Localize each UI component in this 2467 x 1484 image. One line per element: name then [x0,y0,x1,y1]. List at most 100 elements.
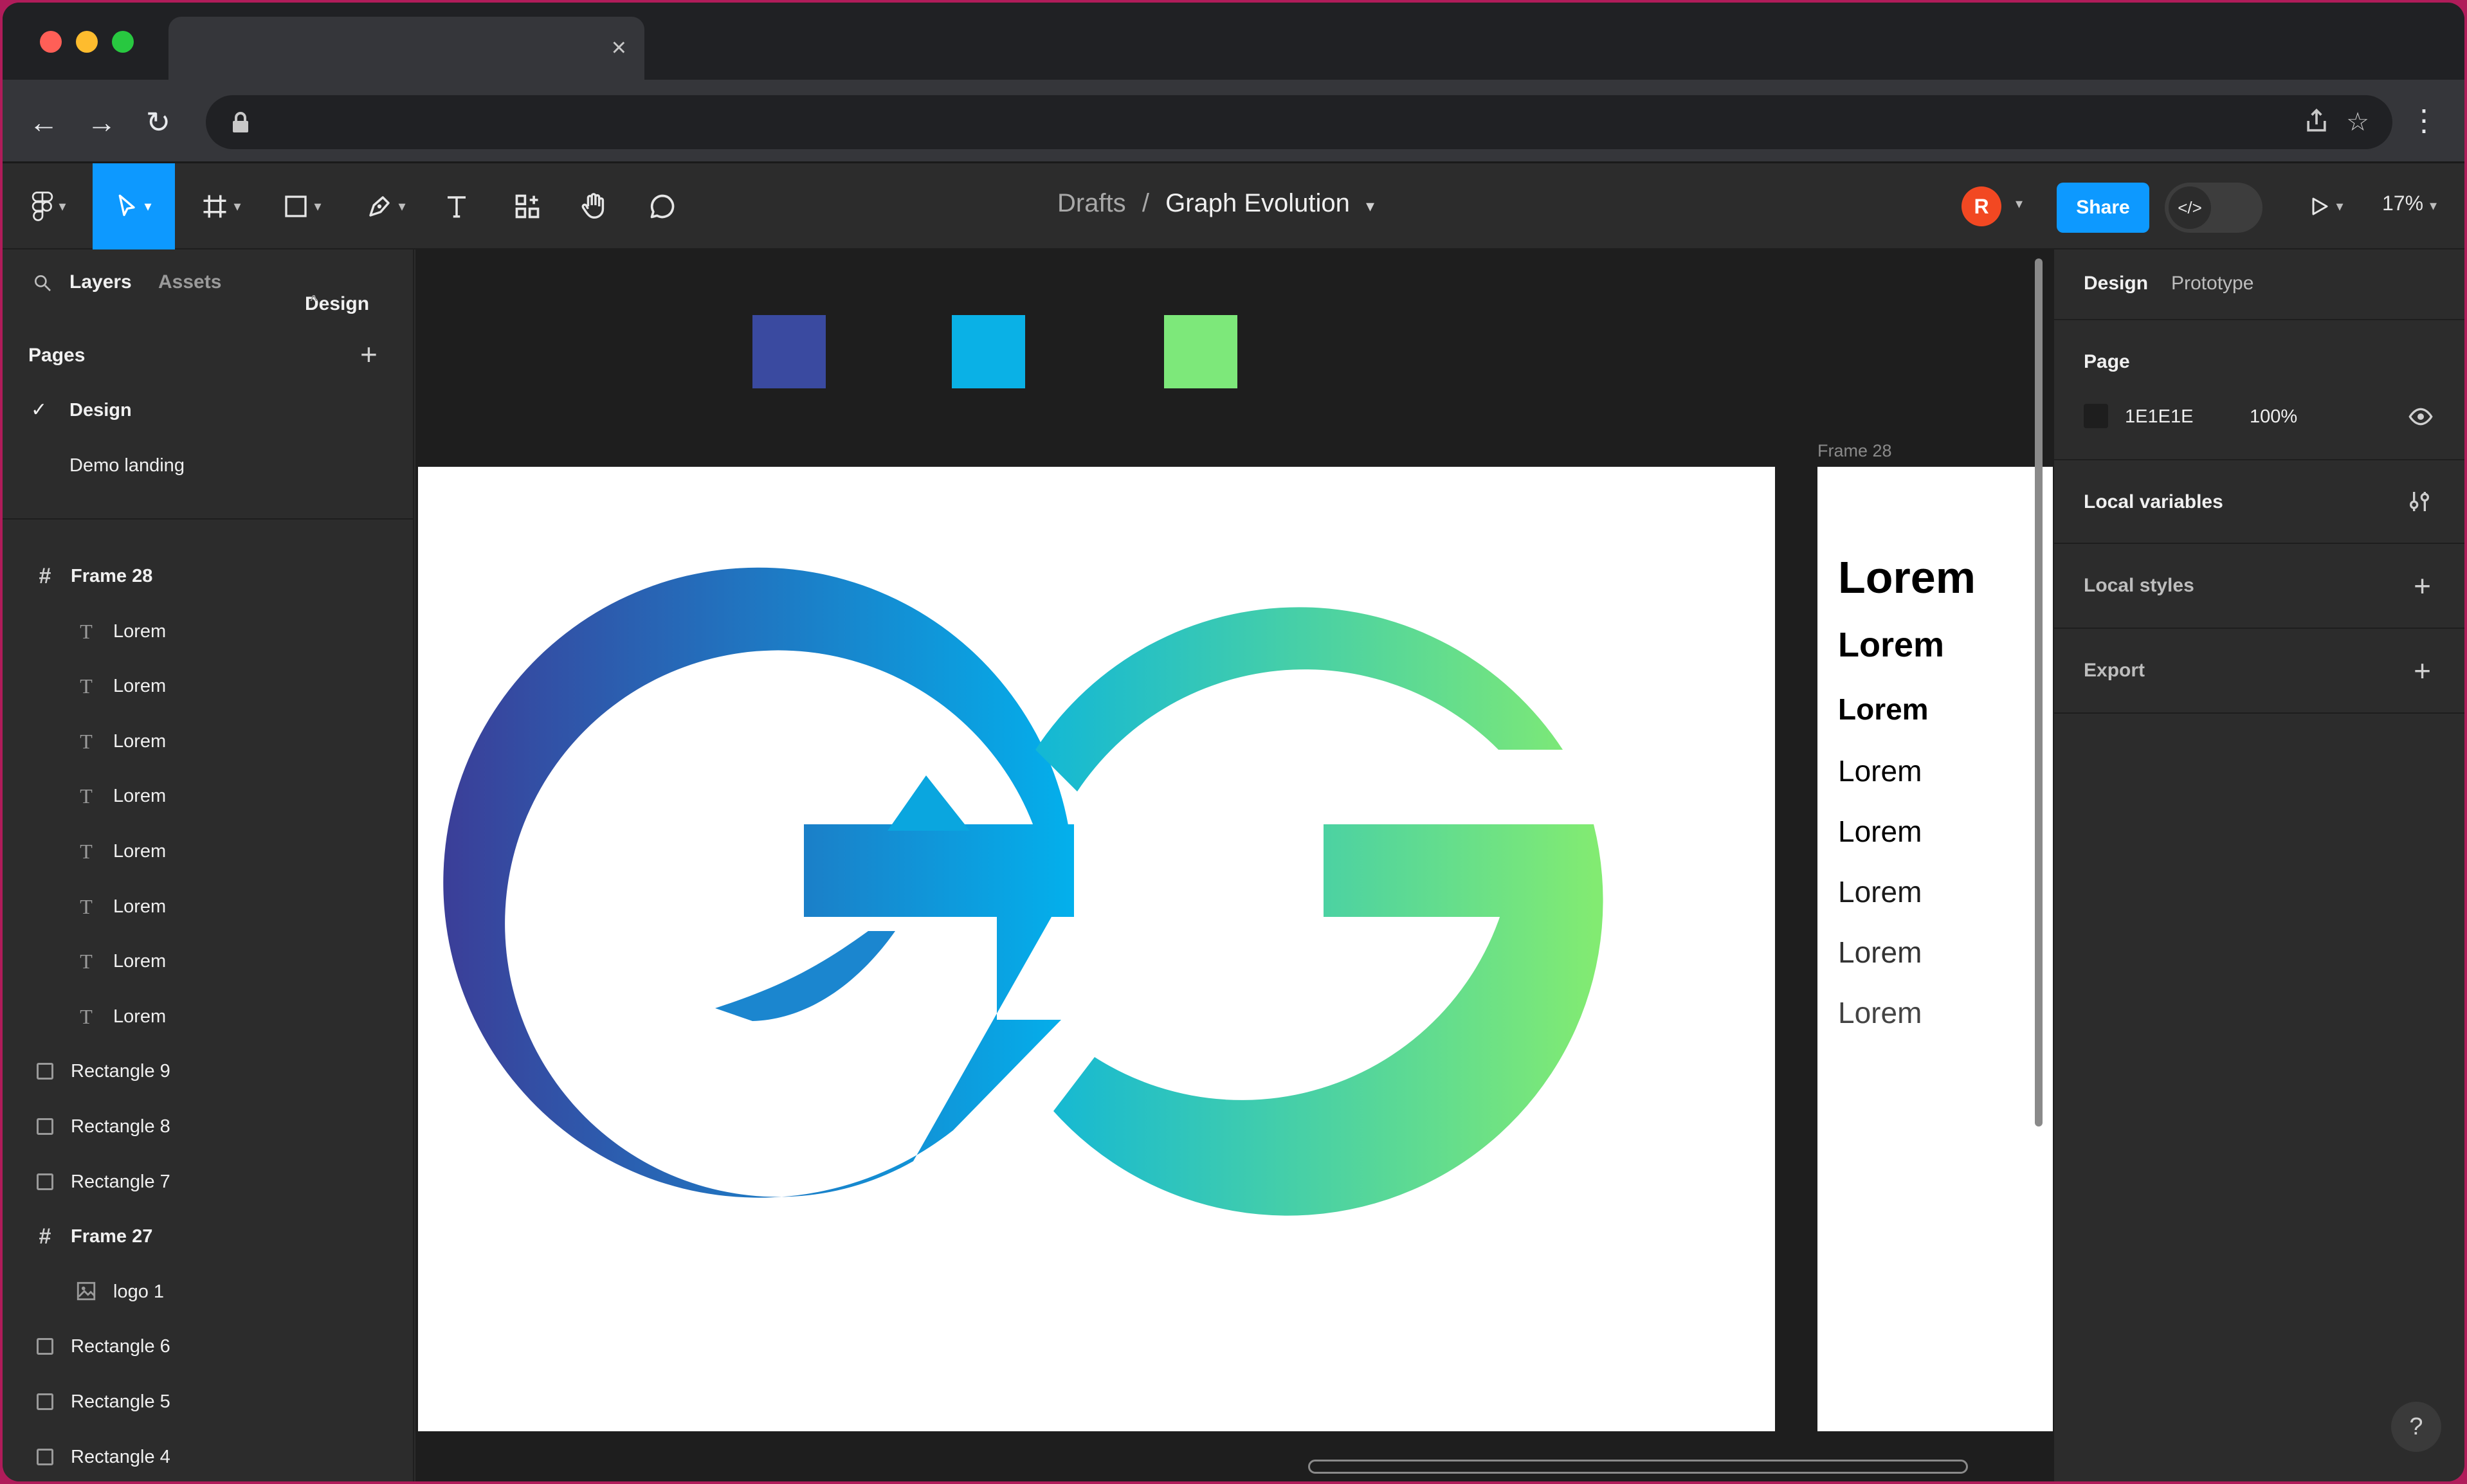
share-button[interactable]: Share [2057,183,2149,233]
lorem-text-5[interactable]: Lorem [1838,814,1922,849]
layer-row[interactable]: T Lorem [3,769,413,824]
rectangle-swatch-blue[interactable] [752,315,826,388]
lorem-text-2[interactable]: Lorem [1838,625,1944,665]
breadcrumb-separator: / [1142,189,1149,217]
chevron-down-icon: ▾ [233,198,241,214]
chevron-down-icon: ▾ [314,198,322,214]
hand-tool-button[interactable] [574,163,615,249]
layer-row[interactable]: Rectangle 8 [3,1099,413,1155]
sliders-icon[interactable] [2407,489,2432,514]
properties-panel: Design Prototype Page 1E1E1E 100% Local … [2053,249,2464,1481]
rectangle-icon [37,1173,53,1190]
layer-name: Lorem [113,731,167,752]
vertical-scrollbar[interactable] [2035,258,2043,1127]
layer-name: Rectangle 6 [71,1336,170,1357]
chevron-down-icon[interactable]: ▾ [2016,195,2023,212]
main-menu-button[interactable]: ▾ [22,163,76,249]
layer-row[interactable]: # Frame 27 [3,1209,413,1265]
browser-window: × ← → ↻ ☆ ⋮ ▾ ▾ ▾ ▾ ▾ Drafts / Graph Evo… [3,3,2464,1481]
page-opacity[interactable]: 100% [2250,406,2297,428]
minimize-window-button[interactable] [76,31,98,53]
page-item-design[interactable]: Design [69,400,132,421]
url-input[interactable]: ☆ [206,95,2392,149]
bookmark-star-icon[interactable]: ☆ [2341,105,2374,139]
page-color-swatch[interactable] [2084,404,2108,428]
rectangle-swatch-green[interactable] [1164,315,1237,388]
chevron-down-icon[interactable]: ▾ [1366,196,1374,215]
lorem-text-3[interactable]: Lorem [1838,692,1929,727]
local-variables-title: Local variables [2084,491,2223,512]
lorem-text-1[interactable]: Lorem [1838,552,1976,603]
layer-name: Lorem [113,786,167,806]
comment-tool-button[interactable] [642,163,683,249]
back-button[interactable]: ← [24,103,63,141]
code-icon: </> [2169,186,2211,229]
layer-row[interactable]: T Lorem [3,714,413,770]
share-page-icon[interactable] [2302,107,2331,135]
lorem-text-6[interactable]: Lorem [1838,874,1922,909]
frame-28[interactable]: Lorem Lorem Lorem Lorem Lorem Lorem Lore… [1817,467,2053,1431]
browser-tab[interactable]: × [168,17,644,80]
frame-28-label[interactable]: Frame 28 [1817,441,1892,461]
dev-mode-toggle[interactable]: </> [2165,183,2262,233]
page-color-hex[interactable]: 1E1E1E [2125,406,2193,428]
text-tool-button[interactable] [436,163,477,249]
shape-tool-button[interactable]: ▾ [270,163,334,249]
help-button[interactable]: ? [2391,1402,2441,1452]
layer-row[interactable]: Rectangle 5 [3,1375,413,1430]
maximize-window-button[interactable] [112,31,134,53]
tab-layers[interactable]: Layers [69,271,132,293]
breadcrumb-drafts[interactable]: Drafts [1057,189,1126,217]
add-style-icon[interactable]: + [2414,568,2431,603]
layer-row[interactable]: T Lorem [3,934,413,990]
lorem-text-8[interactable]: Lorem [1838,995,1922,1030]
layer-row[interactable]: Rectangle 4 [3,1430,413,1481]
pen-tool-button[interactable]: ▾ [354,163,418,249]
image-icon [75,1280,98,1303]
frame-tool-button[interactable]: ▾ [189,163,253,249]
layer-row[interactable]: T Lorem [3,990,413,1045]
add-page-button[interactable]: + [360,337,378,372]
layer-row[interactable]: T Lorem [3,659,413,714]
close-window-button[interactable] [40,31,62,53]
zoom-level[interactable]: 17% ▾ [2382,192,2437,215]
layer-name: Rectangle 4 [71,1447,170,1467]
tab-design[interactable]: Design [2084,273,2148,294]
present-button[interactable]: ▾ [2293,163,2358,249]
text-layer-icon: T [80,620,93,643]
search-icon[interactable] [32,273,53,293]
layer-row[interactable]: Rectangle 7 [3,1155,413,1210]
local-styles-section: Local styles + [2054,544,2464,629]
lorem-text-7[interactable]: Lorem [1838,935,1922,970]
layer-row[interactable]: T Lorem [3,604,413,660]
layer-row[interactable]: logo 1 [3,1265,413,1320]
layer-row[interactable]: Rectangle 9 [3,1044,413,1099]
frame-27[interactable] [418,467,1775,1431]
page-item-demo-landing[interactable]: Demo landing [69,455,185,476]
horizontal-scrollbar[interactable] [1308,1460,1968,1474]
add-export-icon[interactable]: + [2414,653,2431,688]
close-tab-icon[interactable]: × [612,33,626,62]
tab-prototype[interactable]: Prototype [2171,273,2253,294]
layer-row[interactable]: T Lorem [3,824,413,880]
forward-button[interactable]: → [82,103,121,141]
text-layer-icon: T [80,1005,93,1028]
tab-assets[interactable]: Assets [158,271,221,293]
eye-icon[interactable] [2408,404,2434,430]
resources-button[interactable] [507,163,548,249]
design-canvas[interactable]: Frame 28 Lorem Lorem Lorem Lorem Lorem L… [415,249,2053,1481]
rectangle-swatch-cyan[interactable] [952,315,1025,388]
browser-menu-icon[interactable]: ⋮ [2409,103,2439,138]
move-tool-button[interactable]: ▾ [93,163,175,249]
reload-button[interactable]: ↻ [139,103,178,141]
file-name[interactable]: Graph Evolution [1165,189,1350,217]
local-variables-section[interactable]: Local variables [2054,460,2464,544]
layer-row[interactable]: Rectangle 6 [3,1319,413,1375]
page-section-title: Page [2084,351,2130,372]
layer-row[interactable]: # Frame 28 [3,549,413,604]
avatar[interactable]: R [1962,186,2001,226]
pages-header: Pages [28,345,86,366]
eg-logo-image[interactable] [418,467,1775,1431]
lorem-text-4[interactable]: Lorem [1838,754,1922,788]
layer-row[interactable]: T Lorem [3,880,413,935]
